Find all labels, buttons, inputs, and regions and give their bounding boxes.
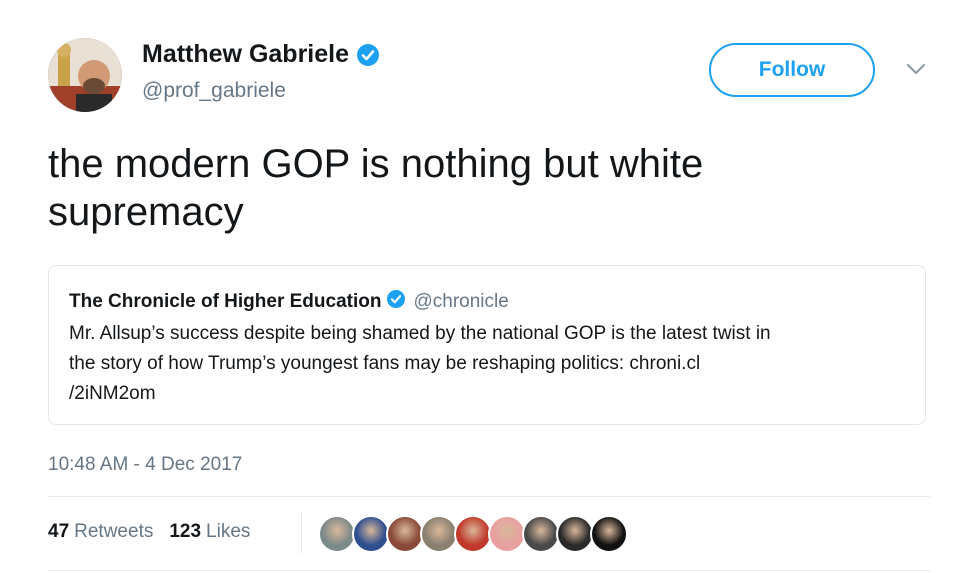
liker-avatar[interactable] (318, 515, 356, 553)
quoted-tweet-card[interactable]: The Chronicle of Higher Education @chron… (48, 265, 926, 425)
liker-avatar[interactable] (488, 515, 526, 553)
liker-avatar[interactable] (556, 515, 594, 553)
quoted-tweet-line: /2iNM2om (69, 383, 156, 404)
verified-badge-icon (387, 290, 406, 313)
likes-count: 123 (169, 521, 202, 542)
quoted-author-name: The Chronicle of Higher Education (69, 290, 382, 312)
liker-avatar[interactable] (590, 515, 628, 553)
follow-button[interactable]: Follow (709, 43, 875, 97)
quoted-tweet-header: The Chronicle of Higher Education @chron… (69, 290, 509, 313)
liker-avatars (318, 515, 628, 553)
author-display-name[interactable]: Matthew Gabriele (142, 40, 349, 69)
tweet-text: the modern GOP is nothing but white supr… (48, 142, 704, 234)
retweets-count: 47 (48, 521, 70, 542)
quoted-tweet-line: Mr. Allsup’s success despite being shame… (69, 323, 771, 344)
author-handle[interactable]: @prof_gabriele (142, 79, 286, 103)
liker-avatar[interactable] (454, 515, 492, 553)
liker-avatar[interactable] (352, 515, 390, 553)
verified-badge-icon (357, 43, 379, 66)
quoted-tweet-text: Mr. Allsup’s success despite being shame… (69, 319, 909, 409)
retweets-label: Retweets (74, 521, 154, 542)
chevron-down-icon[interactable] (904, 60, 928, 78)
quoted-author-handle: @chronicle (413, 290, 509, 312)
liker-avatar[interactable] (386, 515, 424, 553)
author-name-row: Matthew Gabriele (142, 40, 379, 69)
tweet-timestamp[interactable]: 10:48 AM - 4 Dec 2017 (48, 454, 242, 476)
liker-avatar[interactable] (522, 515, 560, 553)
liker-avatar[interactable] (420, 515, 458, 553)
retweets-stat[interactable]: 47 Retweets (48, 521, 153, 543)
likes-stat[interactable]: 123 Likes (169, 521, 250, 543)
author-avatar[interactable] (48, 38, 122, 112)
divider (48, 570, 930, 571)
quoted-tweet-line: the story of how Trump’s youngest fans m… (69, 353, 701, 374)
tweet-stats: 47 Retweets 123 Likes (48, 521, 250, 543)
avatar-photo (48, 38, 122, 112)
divider (48, 496, 930, 497)
stats-separator (301, 512, 302, 554)
likes-label: Likes (206, 521, 251, 542)
